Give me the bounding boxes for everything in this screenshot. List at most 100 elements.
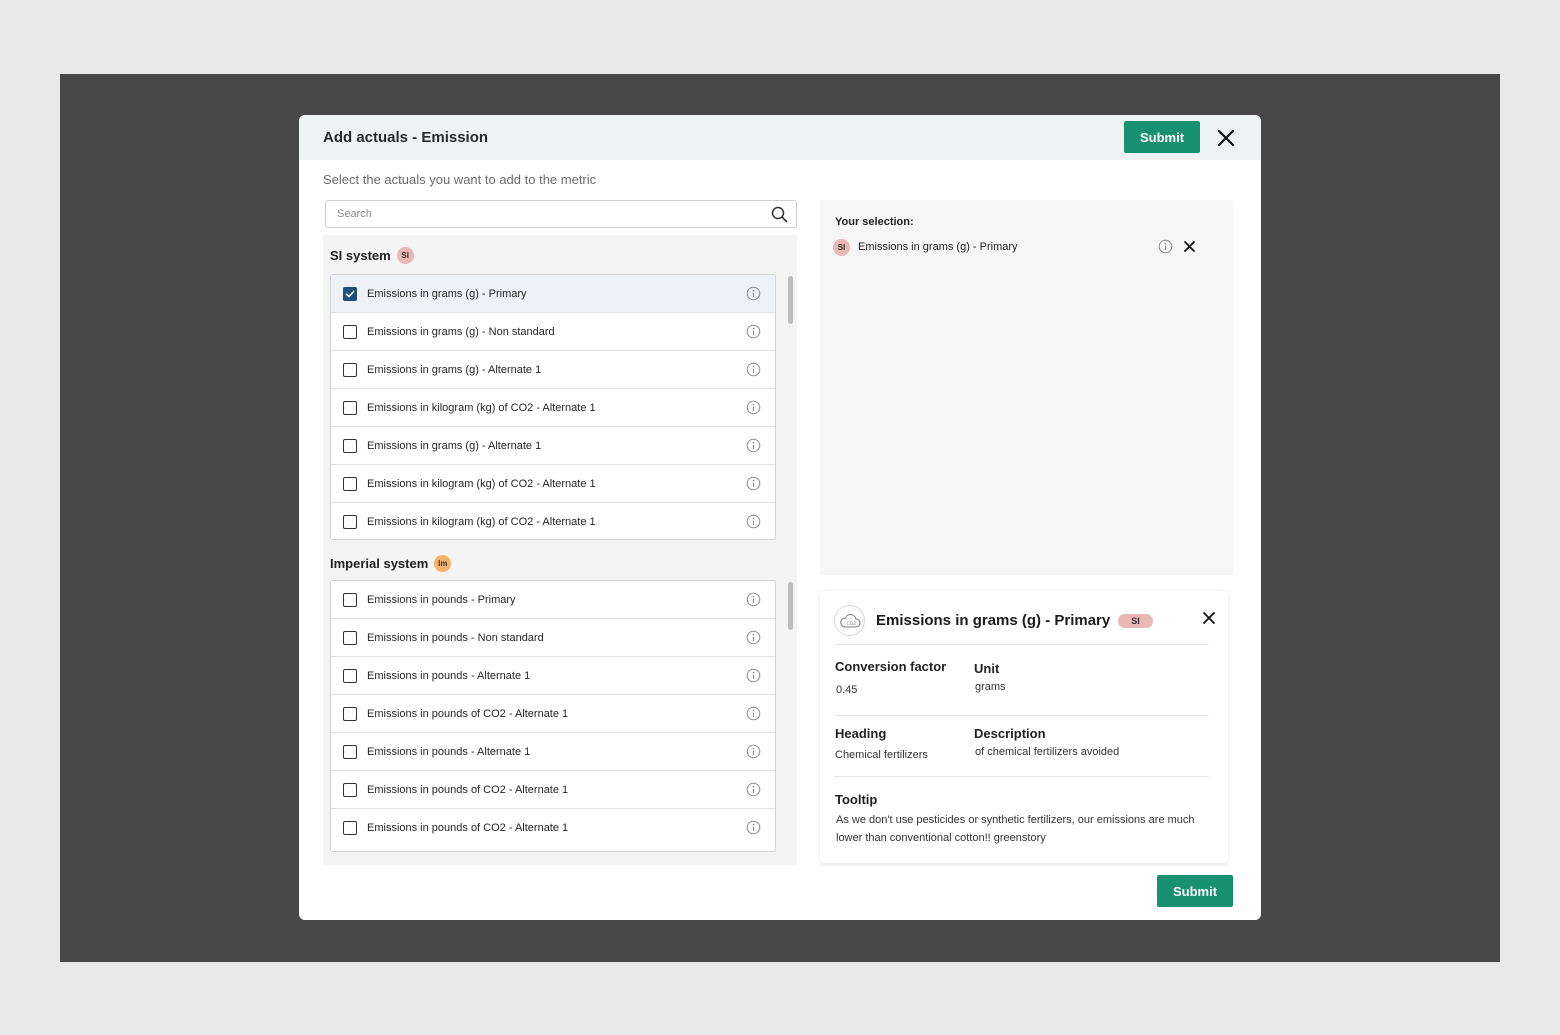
checkbox[interactable]	[343, 744, 357, 759]
checkbox[interactable]	[343, 362, 357, 377]
list-item-label: Emissions in grams (g) - Alternate 1	[367, 363, 542, 376]
info-icon[interactable]	[746, 362, 761, 382]
list-item-label: Emissions in kilogram (kg) of CO2 - Alte…	[367, 477, 596, 490]
info-icon[interactable]	[746, 782, 761, 802]
info-icon[interactable]	[746, 592, 761, 612]
selection-title: Your selection:	[835, 216, 914, 228]
info-icon[interactable]	[746, 744, 761, 764]
si-badge: SI	[396, 247, 414, 264]
search-input[interactable]	[326, 201, 756, 227]
submit-button-top[interactable]: Submit	[1124, 121, 1200, 153]
add-actuals-modal: Add actuals - Emission Submit Select the…	[299, 115, 1261, 920]
list-item[interactable]: Emissions in pounds - Alternate 1	[331, 733, 775, 771]
list-item[interactable]: Emissions in pounds - Primary	[331, 581, 775, 619]
actuals-list-panel: SI system SI Emissions in grams (g) - Pr…	[323, 235, 797, 865]
list-item[interactable]: Emissions in kilogram (kg) of CO2 - Alte…	[331, 465, 775, 503]
description-value: of chemical fertilizers avoided	[975, 746, 1120, 758]
info-icon[interactable]	[746, 630, 761, 650]
info-icon[interactable]	[746, 706, 761, 726]
list-item-label: Emissions in kilogram (kg) of CO2 - Alte…	[367, 401, 596, 414]
detail-title: Emissions in grams (g) - Primary	[876, 612, 1111, 629]
si-group-title: SI system SI	[330, 247, 414, 264]
selected-si-badge: SI	[833, 238, 850, 256]
list-item-label: Emissions in pounds - Alternate 1	[367, 669, 531, 682]
description-label: Description	[974, 726, 1046, 741]
info-icon[interactable]	[746, 286, 761, 306]
list-item-label: Emissions in pounds - Non standard	[367, 631, 544, 644]
list-item[interactable]: Emissions in grams (g) - Primary	[331, 275, 775, 313]
checkbox[interactable]	[343, 400, 357, 415]
checkbox[interactable]	[343, 476, 357, 491]
si-group-label: SI system	[330, 248, 391, 263]
checkbox[interactable]	[343, 515, 357, 529]
submit-button-bottom[interactable]: Submit	[1157, 875, 1233, 907]
detail-header: CO2 Emissions in grams (g) - Primary SI	[834, 605, 1209, 645]
checkbox[interactable]	[343, 821, 357, 835]
detail-si-badge: SI	[1118, 613, 1153, 628]
info-icon[interactable]	[746, 820, 761, 840]
info-icon[interactable]	[746, 514, 761, 534]
search-box	[325, 200, 797, 228]
imperial-actuals-list: Emissions in pounds - Primary Emissions i…	[330, 580, 776, 852]
list-item[interactable]: Emissions in pounds of CO2 - Alternate 1	[331, 771, 775, 809]
tooltip-label: Tooltip	[835, 792, 878, 807]
list-item[interactable]: Emissions in grams (g) - Alternate 1	[331, 427, 775, 465]
info-icon[interactable]	[746, 438, 761, 458]
list-item-label: Emissions in kilogram (kg) of CO2 - Alte…	[367, 516, 596, 528]
info-icon[interactable]	[746, 400, 761, 420]
tooltip-value: As we don't use pesticides or synthetic …	[836, 814, 1195, 844]
search-icon[interactable]	[771, 206, 788, 223]
checkbox[interactable]	[343, 706, 357, 721]
list-item[interactable]: Emissions in kilogram (kg) of CO2 - Alte…	[331, 503, 775, 539]
checkbox[interactable]	[343, 782, 357, 797]
list-item-label: Emissions in grams (g) - Primary	[367, 287, 527, 300]
modal-header: Add actuals - Emission Submit	[299, 115, 1261, 160]
info-icon[interactable]	[746, 324, 761, 344]
detail-divider	[834, 715, 1209, 716]
checkbox[interactable]	[343, 286, 357, 301]
checkbox[interactable]	[343, 324, 357, 339]
list-item[interactable]: Emissions in grams (g) - Non standard	[331, 313, 775, 351]
co2-cloud-icon: CO2	[834, 605, 865, 636]
modal-title: Add actuals - Emission	[323, 129, 489, 146]
info-icon[interactable]	[746, 668, 761, 688]
checkbox[interactable]	[343, 438, 357, 453]
unit-label: Unit	[974, 661, 1000, 676]
imperial-scrollbar[interactable]	[788, 582, 793, 850]
list-item-label: Emissions in pounds - Primary	[367, 593, 516, 606]
checkbox[interactable]	[343, 668, 357, 683]
actual-detail-card: CO2 Emissions in grams (g) - Primary SI …	[820, 591, 1228, 863]
list-item[interactable]: Emissions in pounds of CO2 - Alternate 1	[331, 695, 775, 733]
si-scrollbar[interactable]	[788, 276, 793, 538]
list-item[interactable]: Emissions in pounds - Non standard	[331, 619, 775, 657]
info-icon[interactable]	[1158, 239, 1173, 254]
checkmark-icon	[345, 290, 355, 297]
selected-item-label: Emissions in grams (g) - Primary	[858, 241, 1018, 253]
selection-panel: Your selection: SI Emissions in grams (g…	[820, 200, 1233, 575]
list-item-label: Emissions in pounds of CO2 - Alternate 1	[367, 707, 569, 720]
checkbox[interactable]	[343, 592, 357, 607]
detail-divider	[834, 776, 1209, 777]
list-item-label: Emissions in pounds of CO2 - Alternate 1	[367, 822, 569, 834]
conversion-factor-value: 0.45	[836, 684, 858, 696]
list-item-label: Emissions in pounds of CO2 - Alternate 1	[367, 783, 569, 796]
selected-item[interactable]: SI Emissions in grams (g) - Primary	[833, 237, 1213, 257]
close-detail-button[interactable]	[1202, 611, 1216, 628]
close-icon	[1217, 129, 1235, 147]
info-icon[interactable]	[746, 476, 761, 496]
imperial-badge: Im	[434, 555, 452, 572]
imperial-scrollbar-thumb[interactable]	[788, 582, 793, 630]
list-item[interactable]: Emissions in pounds of CO2 - Alternate 1	[331, 809, 775, 847]
list-item[interactable]: Emissions in pounds - Alternate 1	[331, 657, 775, 695]
close-modal-button[interactable]	[1214, 126, 1238, 150]
list-item[interactable]: Emissions in grams (g) - Alternate 1	[331, 351, 775, 389]
heading-label: Heading	[835, 726, 887, 741]
list-item[interactable]: Emissions in kilogram (kg) of CO2 - Alte…	[331, 389, 775, 427]
checkbox[interactable]	[343, 630, 357, 645]
heading-value: Chemical fertilizers	[835, 749, 928, 761]
remove-selection-icon[interactable]	[1183, 240, 1196, 253]
si-scrollbar-thumb[interactable]	[788, 276, 793, 324]
si-actuals-list: Emissions in grams (g) - Primary Emission…	[330, 274, 776, 540]
conversion-factor-label: Conversion factor	[835, 659, 947, 674]
imperial-group-label: Imperial system	[330, 556, 429, 571]
